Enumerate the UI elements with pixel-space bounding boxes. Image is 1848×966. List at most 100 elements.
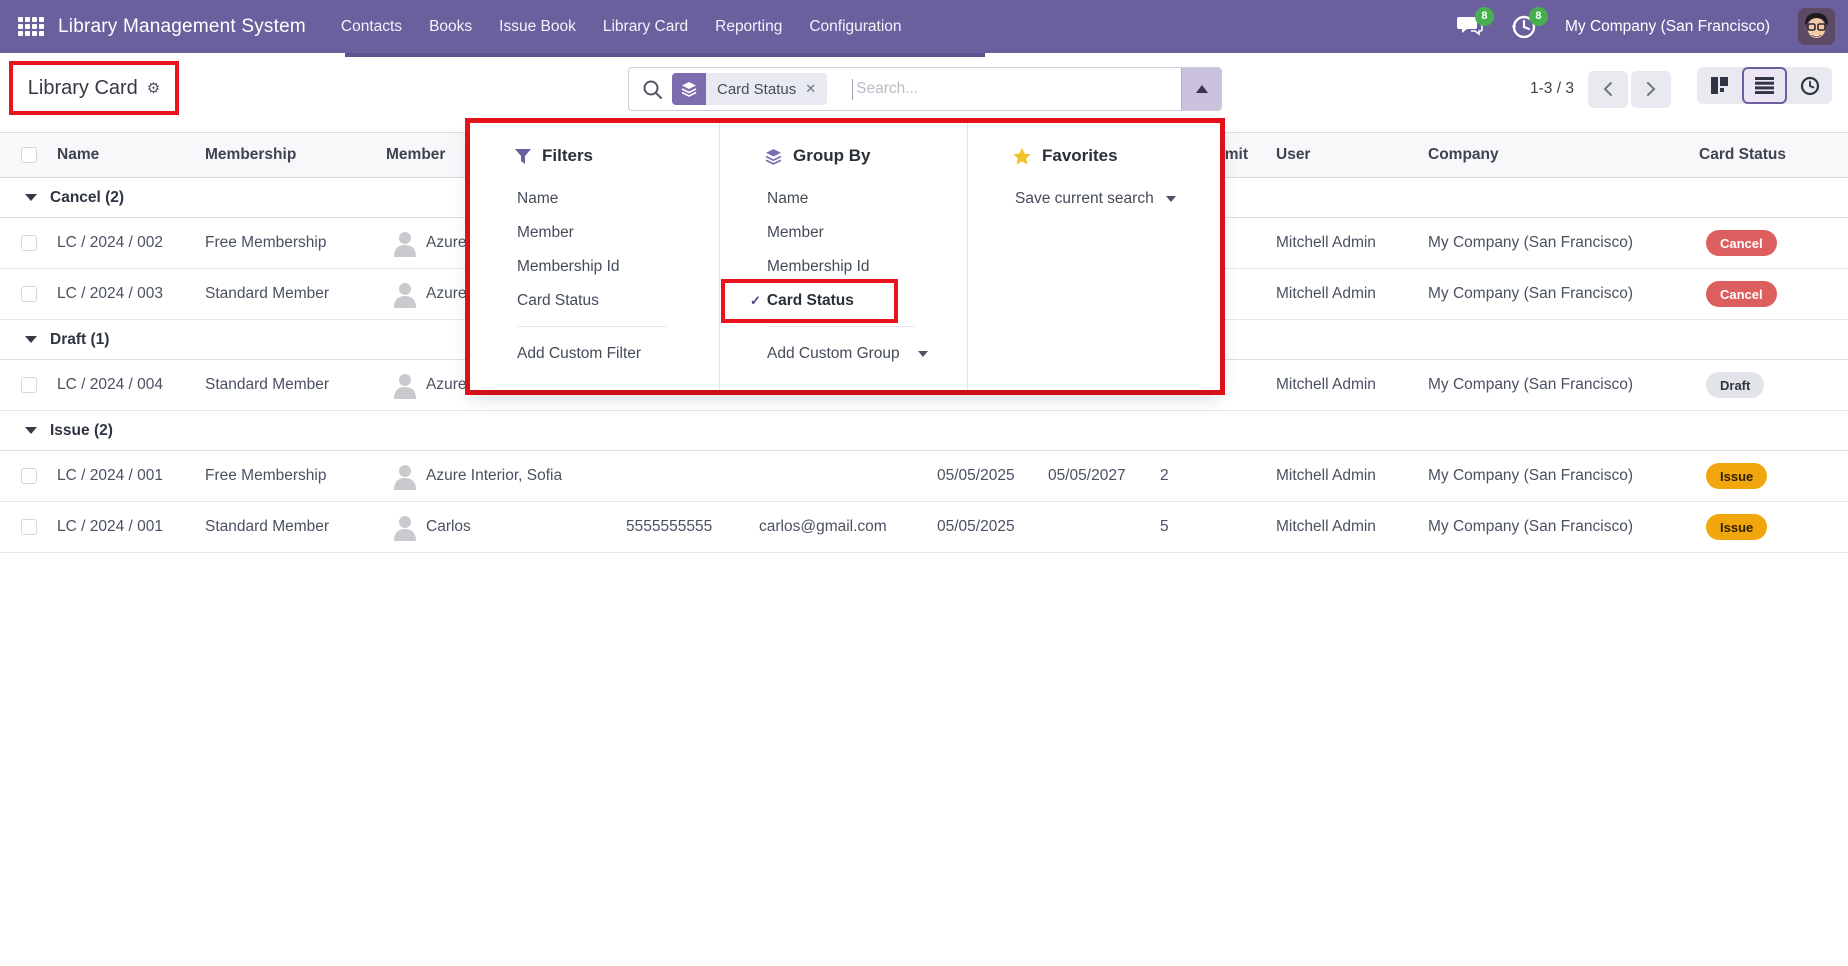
cell-company: My Company (San Francisco) [1428,218,1633,268]
status-badge: Draft [1706,372,1764,398]
row-checkbox[interactable] [21,468,37,484]
top-navbar: Library Management System Contacts Books… [0,0,1848,53]
pager: 1-3 / 3 [1530,67,1671,111]
table-row[interactable]: LC / 2024 / 001 Standard Member Carlos 5… [0,502,1848,553]
cell-name: LC / 2024 / 001 [57,451,163,501]
cell-user: Mitchell Admin [1276,502,1376,552]
group-row-issue[interactable]: Issue (2) [0,411,1848,451]
column-header-card-status[interactable]: Card Status [1699,133,1786,177]
filters-title: Filters [542,146,593,166]
search-dropdown-highlight-box: Filters Name Member Membership Id Card S… [465,118,1225,395]
groupby-option-membership-id[interactable]: Membership Id [720,250,967,284]
row-checkbox[interactable] [21,519,37,535]
row-checkbox[interactable] [21,377,37,393]
divider [517,326,667,327]
groupby-option-card-status-selected[interactable]: ✓ Card Status [720,284,967,318]
search-input[interactable] [856,80,1181,98]
cell-member: Azure [393,269,467,319]
messages-button[interactable]: 8 [1457,14,1483,40]
caret-up-icon [1196,85,1208,93]
activities-badge: 8 [1529,7,1548,26]
menu-item-contacts[interactable]: Contacts [341,18,402,36]
search-bar[interactable]: Card Status ✕ [628,67,1222,111]
cell-email: carlos@gmail.com [759,502,887,552]
person-icon [393,514,417,541]
column-header-name[interactable]: Name [57,133,99,177]
add-custom-filter[interactable]: Add Custom Filter [470,334,719,374]
groupby-option-member[interactable]: Member [720,216,967,250]
cell-company: My Company (San Francisco) [1428,269,1633,319]
column-header-member[interactable]: Member [386,133,445,177]
cell-name: LC / 2024 / 001 [57,502,163,552]
activity-clock-icon [1800,76,1820,96]
filter-option-name[interactable]: Name [470,182,719,216]
cell-user: Mitchell Admin [1276,451,1376,501]
cell-membership: Standard Member [205,360,329,410]
pager-next-button[interactable] [1631,71,1671,108]
filter-option-member[interactable]: Member [470,216,719,250]
view-list-button[interactable] [1742,67,1787,104]
app-title[interactable]: Library Management System [58,16,306,38]
view-activity-button[interactable] [1787,67,1832,104]
row-checkbox[interactable] [21,286,37,302]
group-collapse-caret-icon [25,194,37,201]
view-kanban-button[interactable] [1697,67,1742,104]
cell-user: Mitchell Admin [1276,218,1376,268]
table-row[interactable]: LC / 2024 / 001 Free Membership Azure In… [0,451,1848,502]
menu-item-reporting[interactable]: Reporting [715,18,782,36]
person-icon [393,372,417,399]
status-badge: Issue [1706,463,1767,489]
company-switcher[interactable]: My Company (San Francisco) [1565,18,1770,36]
user-avatar[interactable] [1798,8,1835,45]
menu-item-library-card[interactable]: Library Card [603,18,688,36]
checkmark-icon: ✓ [750,293,761,309]
layers-icon [672,73,706,105]
activities-button[interactable]: 8 [1511,14,1537,40]
column-header-company[interactable]: Company [1428,133,1499,177]
groupby-facet-chip[interactable]: Card Status ✕ [672,73,827,105]
status-badge: Issue [1706,514,1767,540]
cell-member: Carlos [393,502,471,552]
cell-name: LC / 2024 / 003 [57,269,163,319]
column-header-membership[interactable]: Membership [205,133,296,177]
chevron-right-icon [1645,81,1657,97]
search-dropdown-toggle[interactable] [1181,68,1221,110]
save-current-search[interactable]: Save current search [968,182,1220,216]
cell-company: My Company (San Francisco) [1428,502,1633,552]
person-icon [393,230,417,257]
cell-user: Mitchell Admin [1276,360,1376,410]
cell-name: LC / 2024 / 004 [57,360,163,410]
star-icon [1013,148,1031,165]
groupby-option-name[interactable]: Name [720,182,967,216]
text-cursor [852,79,853,100]
person-icon [393,463,417,490]
facet-remove-icon[interactable]: ✕ [805,81,827,97]
add-custom-group[interactable]: Add Custom Group [720,334,967,374]
cell-membership: Free Membership [205,218,326,268]
row-checkbox[interactable] [21,235,37,251]
cell-name: LC / 2024 / 002 [57,218,163,268]
menu-item-issue-book[interactable]: Issue Book [499,18,576,36]
cell-phone: 5555555555 [626,502,712,552]
menu-item-configuration[interactable]: Configuration [809,18,901,36]
view-switcher [1697,67,1832,104]
search-options-dropdown: Filters Name Member Membership Id Card S… [470,123,1220,390]
filter-option-card-status[interactable]: Card Status [470,284,719,318]
filter-option-membership-id[interactable]: Membership Id [470,250,719,284]
cell-user: Mitchell Admin [1276,269,1376,319]
cell-company: My Company (San Francisco) [1428,360,1633,410]
select-all-checkbox[interactable] [21,147,37,163]
gear-icon[interactable]: ⚙ [147,81,160,96]
groupby-title: Group By [793,146,870,166]
group-collapse-caret-icon [25,336,37,343]
apps-menu-icon[interactable] [18,17,44,36]
cell-member: Azure [393,360,467,410]
pager-prev-button[interactable] [1588,71,1628,108]
favorites-title: Favorites [1042,146,1118,166]
cell-issue-date: 05/05/2025 [937,502,1015,552]
pager-range: 1-3 / 3 [1530,80,1574,98]
title-highlight-box: Library Card ⚙ [9,61,179,115]
menu-item-books[interactable]: Books [429,18,472,36]
list-icon [1755,77,1774,94]
column-header-user[interactable]: User [1276,133,1310,177]
